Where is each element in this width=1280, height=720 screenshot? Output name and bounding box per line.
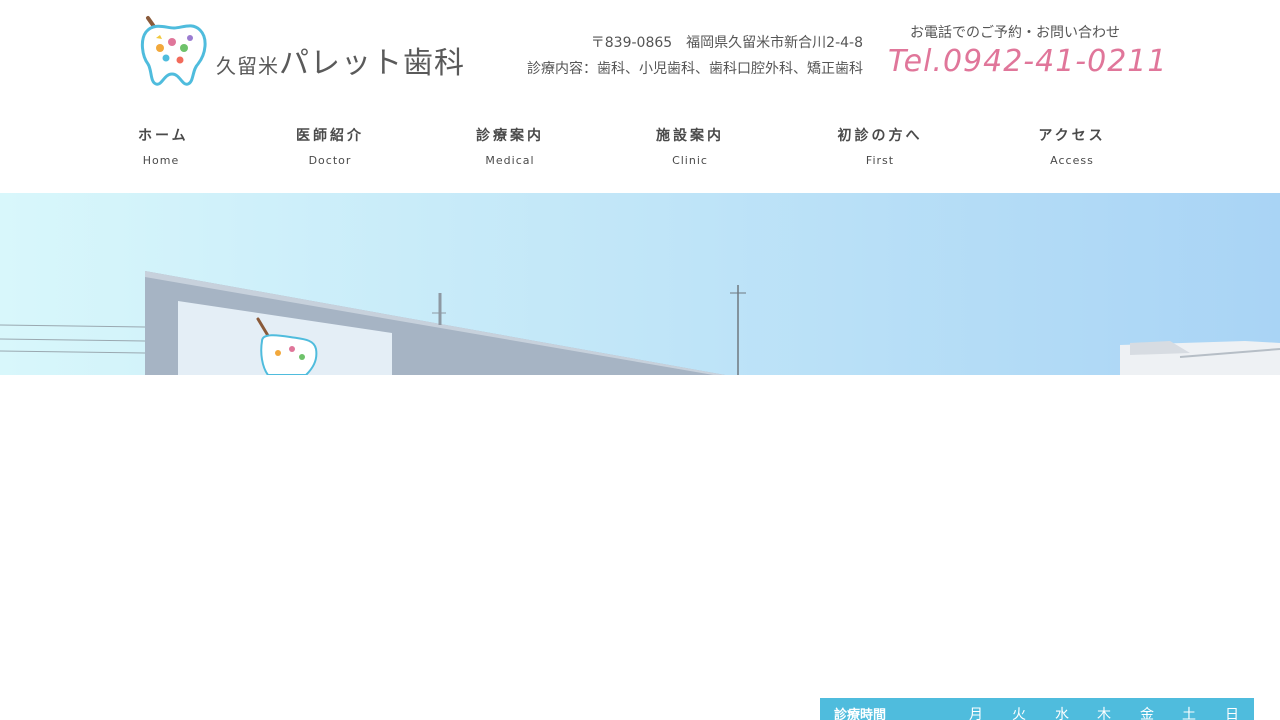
logo-prefix: 久留米 [216,54,279,78]
nav-item-doctor[interactable]: 医師紹介 Doctor [296,125,364,171]
day-sat: 土 [1182,707,1196,720]
nav-label-en: First [865,154,895,167]
nav-item-medical[interactable]: 診療案内 Medical [476,125,544,171]
nav-item-access[interactable]: アクセス Access [1038,125,1106,171]
clinic-services: 診療内容：歯科、小児歯科、歯科口腔外科、矯正歯科 [527,61,863,77]
office-hours-table-header: 診療時間 月 火 水 木 金 土 日 [820,698,1254,720]
site-logo[interactable]: 久留米パレット歯科 [138,8,464,86]
nav-label-jp: アクセス [1038,128,1106,144]
day-wed: 水 [1055,707,1069,720]
clinic-info: 〒839-0865 福岡県久留米市新合川2-4-8 診療内容：歯科、小児歯科、歯… [527,30,863,82]
nav-item-clinic[interactable]: 施設案内 Clinic [656,125,724,171]
day-tue: 火 [1012,707,1026,720]
day-mon: 月 [969,707,983,720]
day-fri: 金 [1140,707,1154,720]
nav-item-first[interactable]: 初診の方へ First [836,125,924,171]
nav-item-home[interactable]: ホーム Home [138,125,189,171]
nav-label-jp: 施設案内 [656,128,724,144]
tel-number-link[interactable]: Tel.0942-41-0211 [888,44,1167,79]
main-nav: ホーム Home 医師紹介 Doctor 診療案内 Medical 施設案内 C… [0,125,1280,175]
clinic-building-photo [0,193,1280,375]
nav-label-jp: 診療案内 [476,128,544,144]
nav-label-jp: ホーム [138,128,189,144]
hero-image [0,193,1280,375]
nav-label-en: Home [142,154,180,167]
site-header: 久留米パレット歯科 〒839-0865 福岡県久留米市新合川2-4-8 診療内容… [0,0,1280,193]
nav-label-en: Access [1050,154,1094,167]
tel-label: お電話でのご予約・お問い合わせ [910,25,1120,41]
clinic-address: 〒839-0865 福岡県久留米市新合川2-4-8 [590,35,863,51]
day-sun: 日 [1225,707,1239,720]
nav-label-en: Clinic [672,154,708,167]
nav-label-jp: 医師紹介 [296,128,364,144]
hours-label: 診療時間 [834,708,887,720]
nav-label-jp: 初診の方へ [837,128,923,144]
nav-label-en: Medical [485,154,535,167]
nav-label-en: Doctor [308,154,352,167]
logo-name: パレット歯科 [279,46,465,81]
tooth-palette-logo-icon [140,16,207,86]
day-thu: 木 [1097,707,1111,720]
